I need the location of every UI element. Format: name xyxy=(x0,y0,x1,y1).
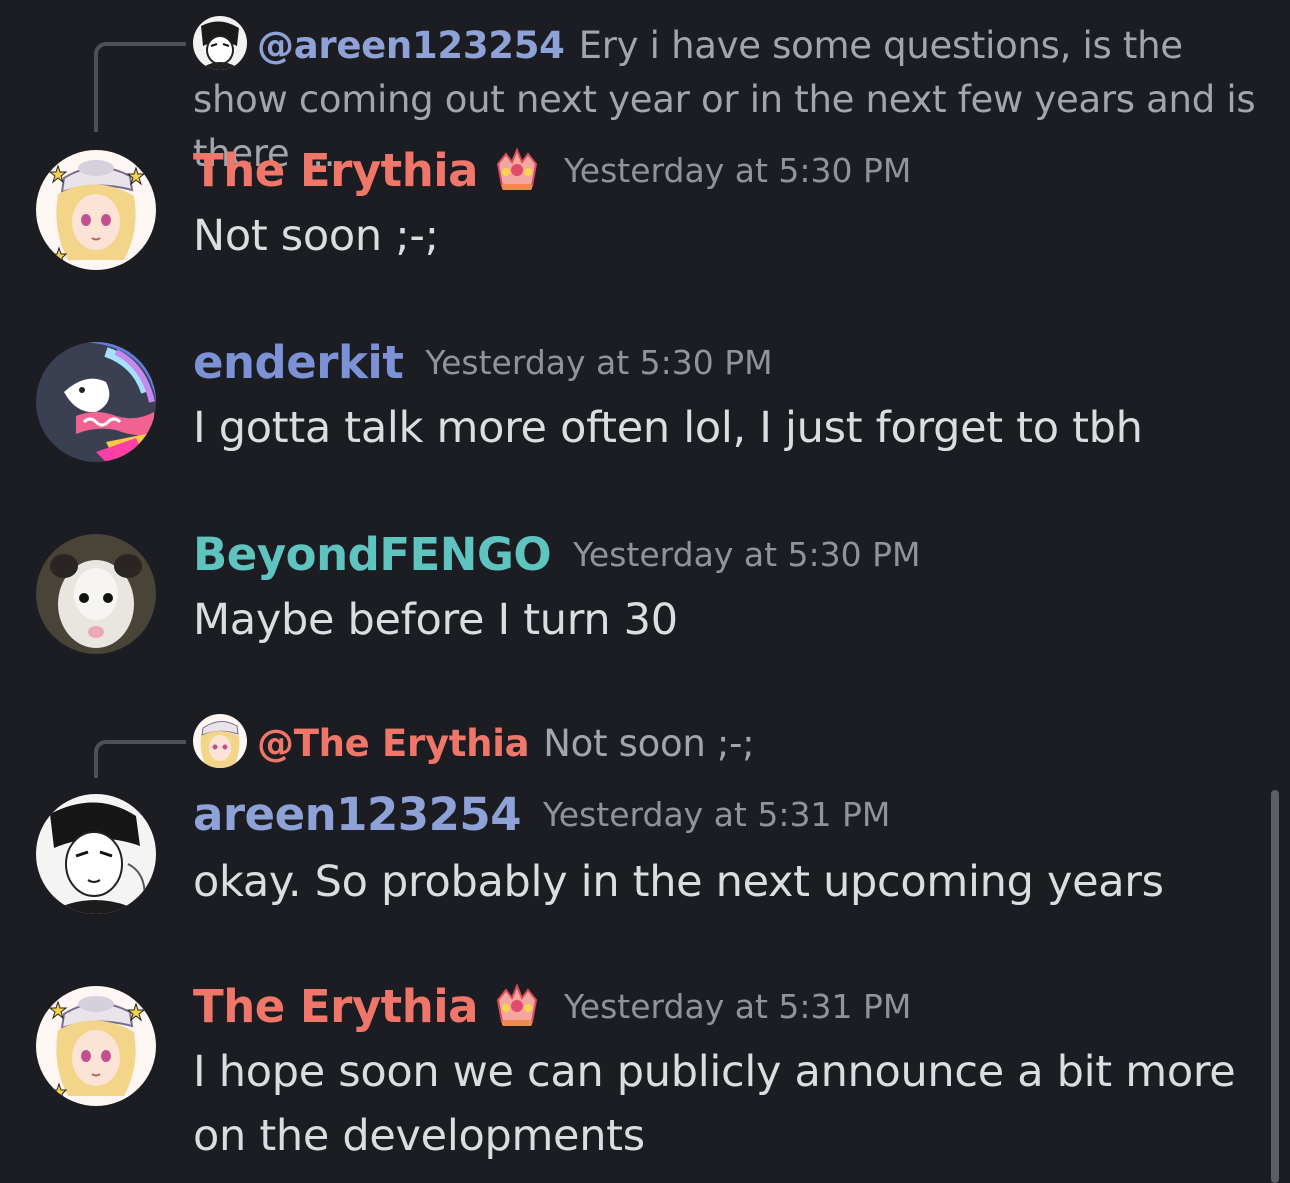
message-header: The Erythia Yesterday at 5:30 PM xyxy=(193,144,911,197)
timestamp: Yesterday at 5:31 PM xyxy=(564,987,912,1026)
reply-connector xyxy=(94,740,186,778)
message-content: I hope soon we can publicly announce a b… xyxy=(193,1047,1236,1161)
message-content: okay. So probably in the next upcoming y… xyxy=(193,857,1164,907)
message-header: areen123254 Yesterday at 5:31 PM xyxy=(193,788,890,841)
reply-preview[interactable]: @The Erythia Not soon ;-; xyxy=(193,714,1260,771)
reply-avatar xyxy=(193,16,247,70)
message-content: Maybe before I turn 30 xyxy=(193,595,678,645)
message-header: BeyondFENGO Yesterday at 5:30 PM xyxy=(193,528,920,581)
reply-text: Not soon ;-; xyxy=(543,722,755,765)
message-content: Not soon ;-; xyxy=(193,211,439,261)
avatar-the-erythia[interactable] xyxy=(36,986,156,1106)
timestamp: Yesterday at 5:30 PM xyxy=(564,151,912,190)
reply-avatar xyxy=(193,714,247,768)
crown-role-icon[interactable] xyxy=(492,146,542,196)
reply-mention[interactable]: @The Erythia xyxy=(257,722,530,765)
username[interactable]: areen123254 xyxy=(193,788,522,841)
avatar-areen123254[interactable] xyxy=(36,794,156,914)
timestamp: Yesterday at 5:30 PM xyxy=(425,343,773,382)
reply-mention[interactable]: @areen123254 xyxy=(257,24,565,67)
avatar-beyondfengo[interactable] xyxy=(36,534,156,654)
username[interactable]: The Erythia xyxy=(193,144,479,197)
message-content: I gotta talk more often lol, I just forg… xyxy=(193,403,1143,453)
timestamp: Yesterday at 5:31 PM xyxy=(543,795,891,834)
message-header: enderkit Yesterday at 5:30 PM xyxy=(193,336,773,389)
reply-connector xyxy=(94,42,186,132)
message-header: The Erythia Yesterday at 5:31 PM xyxy=(193,980,911,1033)
username[interactable]: BeyondFENGO xyxy=(193,528,552,581)
timestamp: Yesterday at 5:30 PM xyxy=(573,535,921,574)
avatar-the-erythia[interactable] xyxy=(36,150,156,270)
username[interactable]: enderkit xyxy=(193,336,404,389)
avatar-enderkit[interactable] xyxy=(36,342,156,462)
username[interactable]: The Erythia xyxy=(193,980,479,1033)
chat-log: @areen123254 Ery i have some questions, i… xyxy=(0,0,1290,1183)
crown-role-icon[interactable] xyxy=(492,982,542,1032)
scrollbar[interactable] xyxy=(1271,790,1279,1183)
